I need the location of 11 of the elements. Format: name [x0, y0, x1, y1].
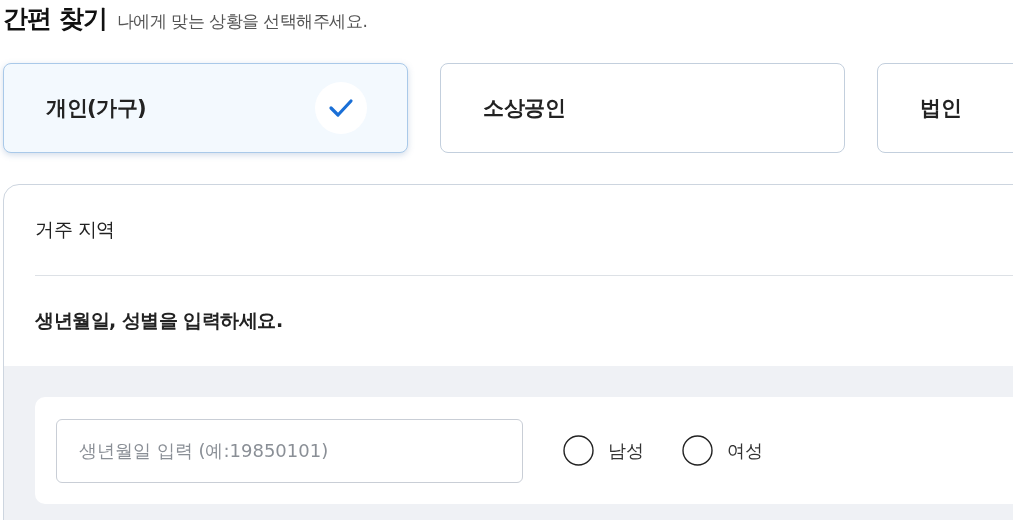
category-card[interactable]: 소상공인 — [440, 63, 845, 153]
region-label: 거주 지역 — [35, 217, 115, 242]
input-prompt: 생년월일, 성별을 입력하세요. — [35, 308, 283, 333]
page-subtitle: 나에게 맞는 상황을 선택해주세요. — [116, 10, 368, 33]
category-card[interactable]: 개인(가구) — [3, 63, 408, 153]
gender-radio[interactable]: 여성 — [682, 435, 763, 466]
birthdate-field[interactable]: 생년월일 입력 (예:19850101) — [56, 418, 523, 483]
page-title: 간편 찾기 — [3, 3, 107, 35]
category-card[interactable]: 법인 — [877, 63, 1013, 153]
checkmark-icon — [315, 82, 367, 134]
gender-radio[interactable]: 남성 — [563, 435, 644, 466]
